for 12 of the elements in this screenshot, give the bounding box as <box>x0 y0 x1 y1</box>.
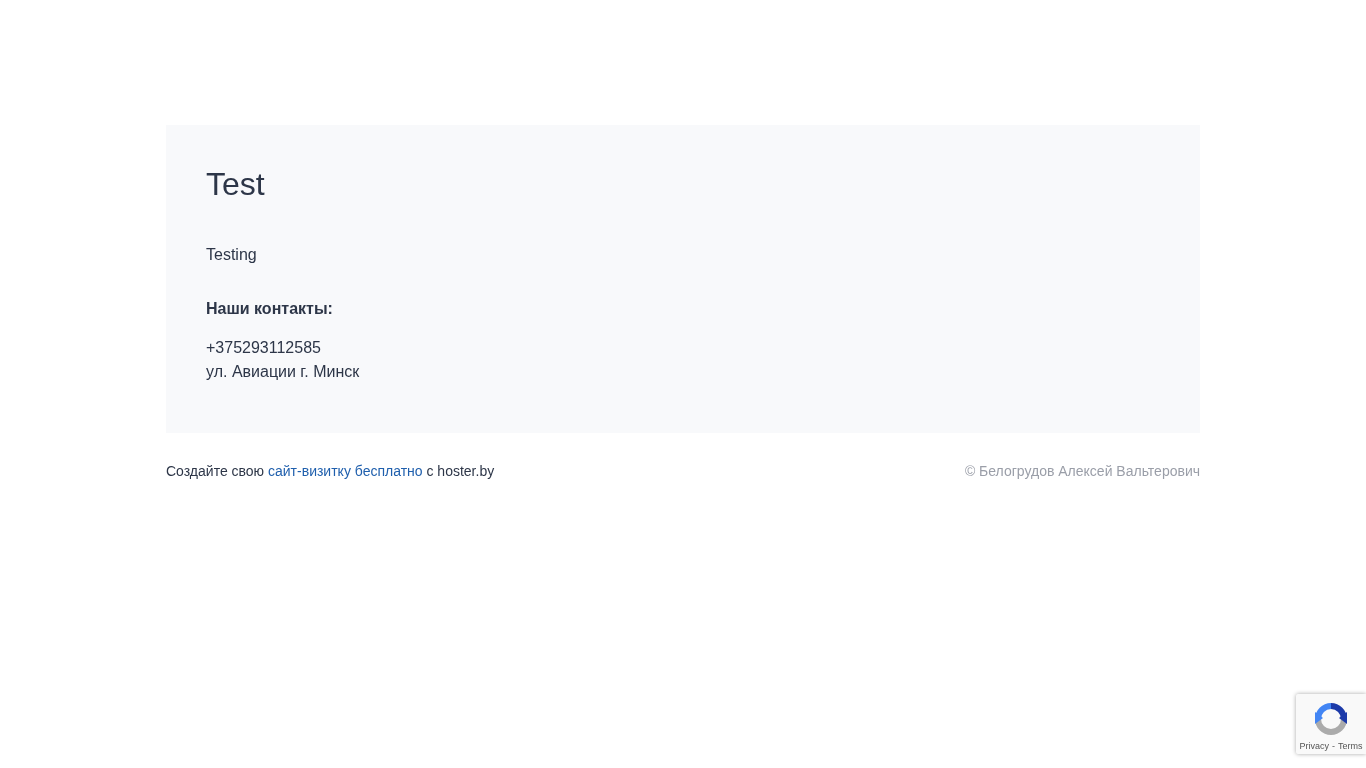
terms-link[interactable]: Terms <box>1338 741 1363 752</box>
page-title: Test <box>206 165 266 204</box>
credit-text: Создайте свою сайт-визитку бесплатно с hoster.by <box>166 462 495 480</box>
contact-line: +375293112585 <box>206 338 322 358</box>
recaptcha-logo-icon <box>1312 700 1350 738</box>
description-text: Testing <box>206 245 258 265</box>
contacts-heading: Наши контакты: <box>206 299 334 319</box>
separator-text: - <box>1332 741 1335 752</box>
contact-line: ул. Авиации г. Минск <box>206 362 361 382</box>
site-card-link[interactable]: сайт-визитку бесплатно <box>268 463 423 479</box>
privacy-link[interactable]: Privacy <box>1299 741 1329 752</box>
copyright-text: © Белогрудов Алексей Вальтерович <box>964 462 1200 480</box>
